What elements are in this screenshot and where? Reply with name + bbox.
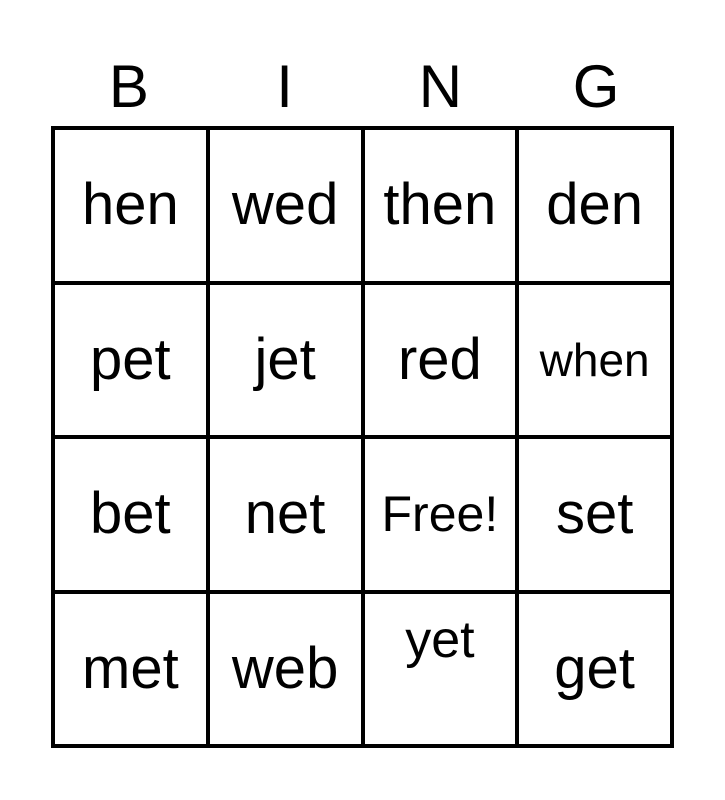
bingo-cell[interactable]: when [517,282,672,437]
header-letter-b: B [108,53,149,120]
cell-word: wed [231,172,339,238]
bingo-cell[interactable]: jet [207,282,363,437]
cell-word: met [82,635,179,701]
cell-word: hen [81,172,179,238]
cell-word: den [546,172,644,238]
bingo-cell[interactable]: set [517,437,672,592]
cell-word: then [383,172,497,238]
cell-word: get [554,635,635,701]
cell-word: set [555,481,634,547]
free-space-label: Free! [381,486,499,543]
header-letter-n: N [418,53,463,120]
bingo-cell[interactable]: pet [53,282,208,437]
bingo-cell[interactable]: den [517,128,672,283]
bingo-cell[interactable]: net [207,437,363,592]
cell-word: yet [405,610,475,669]
cell-word: red [397,326,482,392]
bingo-cell[interactable]: get [517,591,672,746]
bingo-cell[interactable]: then [362,128,518,283]
bingo-cell[interactable]: web [207,591,363,746]
bingo-cell[interactable]: red [362,282,518,437]
bingo-cell[interactable]: yet [362,591,518,746]
header-letter-i: I [276,53,293,120]
bingo-header: B I N G [51,52,674,122]
header-letter-g: G [572,53,620,120]
cell-word: bet [90,481,171,547]
cell-word: when [539,333,650,386]
cell-word: jet [254,326,316,392]
bingo-board: hen wed then den pet jet red when bet ne… [51,126,674,748]
cell-word: net [244,481,326,547]
cell-word: pet [90,326,171,392]
bingo-cell[interactable]: wed [207,128,363,283]
bingo-cell[interactable]: bet [53,437,208,592]
bingo-cell[interactable]: hen [53,128,208,283]
bingo-cell[interactable]: met [53,591,208,746]
cell-word: web [231,635,339,701]
free-space-cell[interactable]: Free! [362,437,518,592]
